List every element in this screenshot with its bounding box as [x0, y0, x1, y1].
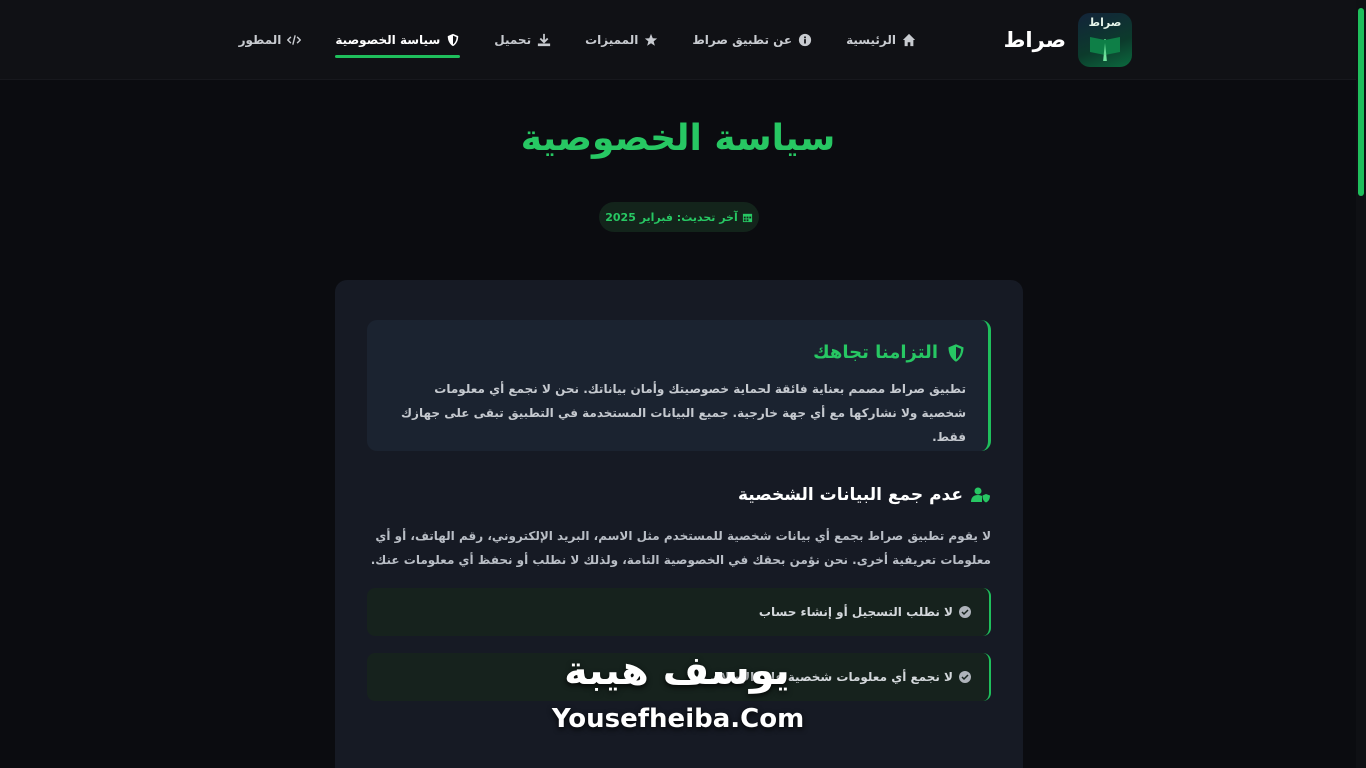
privacy-card: التزامنا تجاهك تطبيق صراط مصمم بعناية فا… — [335, 280, 1023, 768]
section-text: لا يقوم تطبيق صراط بجمع أي بيانات شخصية … — [370, 529, 991, 567]
home-icon — [902, 33, 916, 47]
list-item-text: لا نطلب التسجيل أو إنشاء حساب — [758, 605, 953, 619]
shield-icon — [448, 33, 459, 47]
download-icon — [537, 33, 551, 47]
nav-label: سياسة الخصوصية — [335, 33, 441, 47]
navbar: صراط صراط الرئيسية عن تطبيق صراط المميزا… — [0, 0, 1356, 80]
nav-label: الرئيسية — [846, 33, 896, 47]
shield-icon — [948, 343, 964, 362]
nav-item-developer[interactable]: المطور — [239, 0, 302, 80]
user-shield-icon — [971, 487, 990, 503]
calendar-icon — [742, 213, 752, 222]
nav-label: المميزات — [585, 33, 639, 47]
scrollbar-thumb[interactable] — [1358, 8, 1364, 196]
brand[interactable]: صراط صراط — [1004, 13, 1132, 67]
nav-label: المطور — [238, 33, 282, 47]
nav-item-home[interactable]: الرئيسية — [846, 0, 916, 80]
commitment-title: التزامنا تجاهك — [389, 342, 966, 363]
nav-item-privacy[interactable]: سياسة الخصوصية — [335, 0, 461, 80]
code-icon — [287, 35, 302, 45]
list-item: لا نطلب التسجيل أو إنشاء حساب — [367, 588, 991, 636]
main-nav: الرئيسية عن تطبيق صراط المميزات تحميل سي… — [239, 0, 916, 80]
nav-item-features[interactable]: المميزات — [585, 0, 658, 80]
app-logo: صراط — [1078, 13, 1132, 67]
nav-label: عن تطبيق صراط — [692, 33, 793, 47]
last-updated-badge: آخر تحديث: فبراير 2025 — [599, 202, 759, 232]
info-icon — [799, 33, 812, 47]
watermark-arabic: يوسف هيبة — [564, 648, 790, 694]
scrollbar[interactable] — [1356, 0, 1366, 768]
nav-item-download[interactable]: تحميل — [494, 0, 551, 80]
logo-text: صراط — [1088, 16, 1122, 29]
star-icon — [645, 33, 658, 46]
section-title-text: عدم جمع البيانات الشخصية — [738, 485, 963, 505]
section-title: عدم جمع البيانات الشخصية — [738, 485, 991, 505]
commitment-box: التزامنا تجاهك تطبيق صراط مصمم بعناية فا… — [367, 320, 991, 451]
last-updated-text: آخر تحديث: فبراير 2025 — [605, 210, 738, 224]
watermark-english: Yousefheiba.Com — [551, 704, 805, 734]
nav-item-about[interactable]: عن تطبيق صراط — [692, 0, 812, 80]
page-title: سياسة الخصوصية — [520, 118, 836, 159]
nav-label: تحميل — [494, 33, 532, 47]
check-circle-icon — [959, 606, 971, 618]
brand-name: صراط — [1003, 28, 1066, 52]
commitment-title-text: التزامنا تجاهك — [813, 342, 938, 363]
commitment-text: تطبيق صراط مصمم بعناية فائقة لحماية خصوص… — [401, 382, 966, 444]
book-icon — [1090, 37, 1120, 61]
